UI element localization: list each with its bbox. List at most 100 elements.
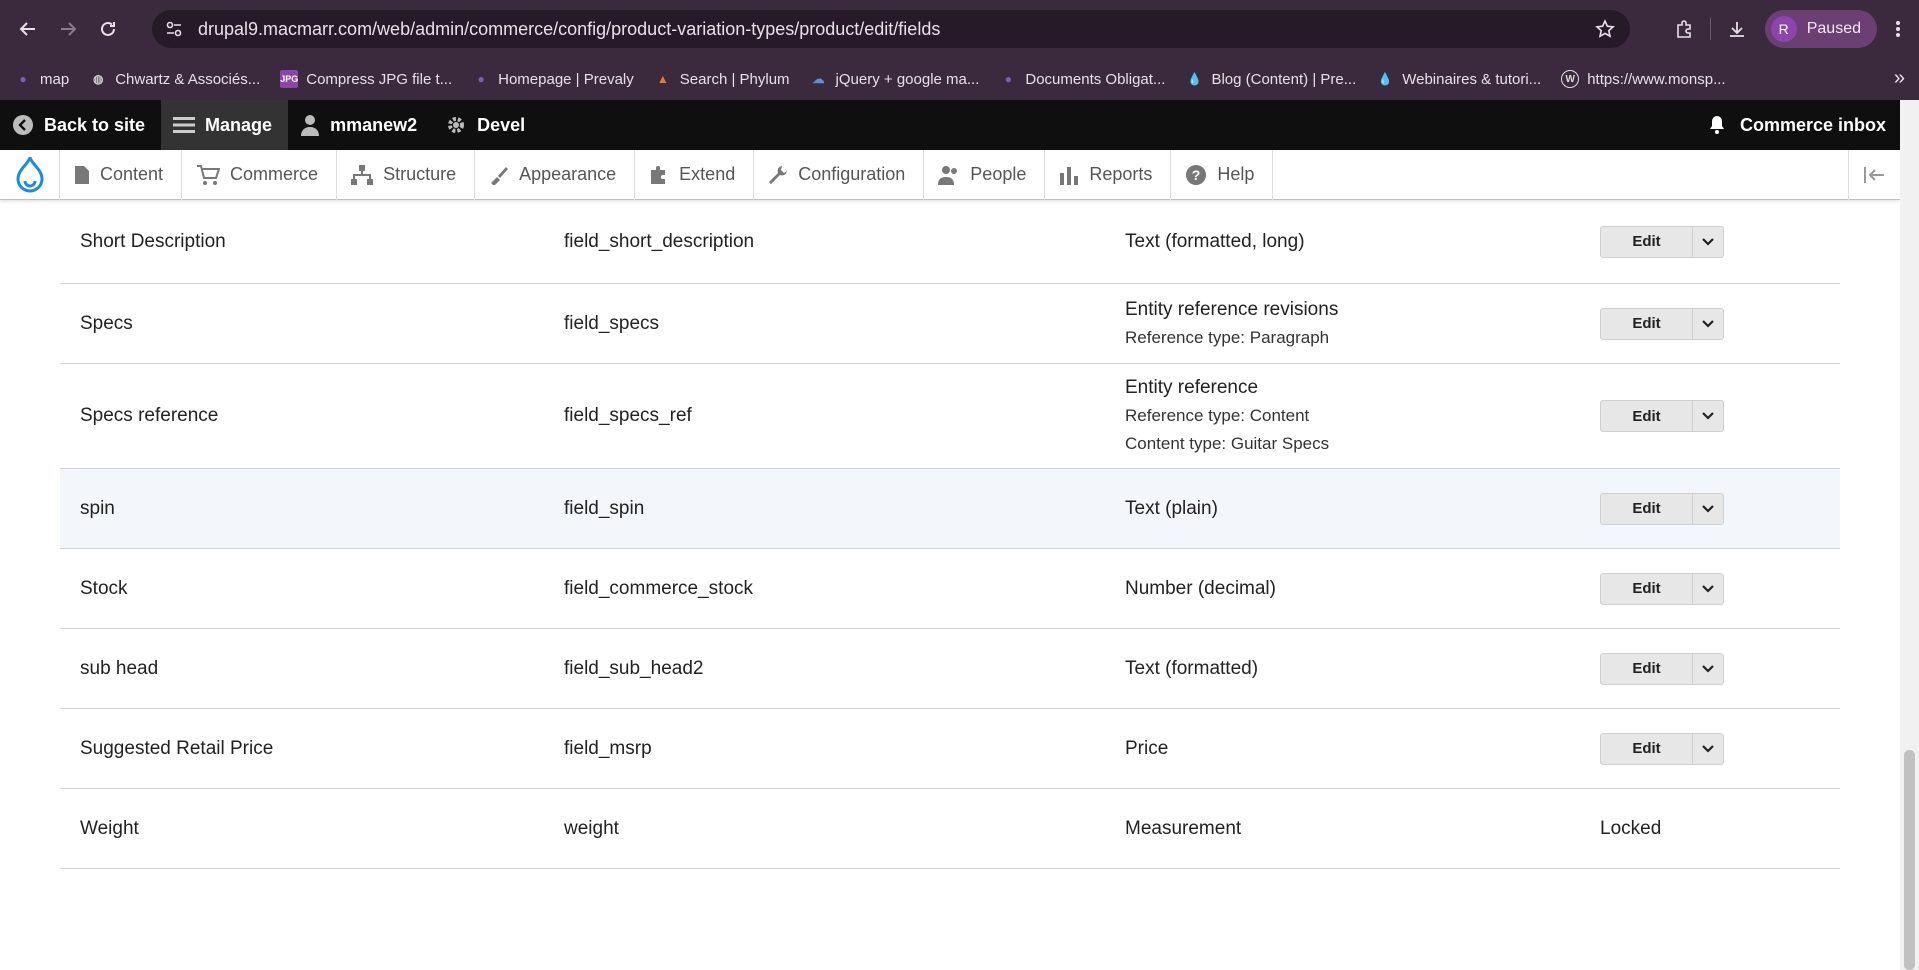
devel-label: Devel (477, 114, 526, 135)
drupal-icon: 💧 (1186, 72, 1202, 86)
collapse-tray-icon[interactable] (1848, 150, 1900, 200)
edit-button[interactable]: Edit (1601, 226, 1693, 257)
tray-item-content[interactable]: Content (60, 149, 183, 200)
tray-item-help[interactable]: ? Help (1171, 149, 1274, 200)
tray-item-extend[interactable]: Extend (635, 149, 755, 200)
tray-item-appearance[interactable]: Appearance (475, 149, 636, 200)
bookmark-star-icon[interactable] (1590, 14, 1620, 44)
chevron-down-icon[interactable] (1693, 574, 1723, 604)
commerce-inbox-link[interactable]: Commerce inbox (1708, 100, 1886, 150)
tray-item-label: People (970, 164, 1027, 184)
field-type: Price (1125, 735, 1168, 763)
back-arrow-icon[interactable] (8, 9, 48, 49)
operations-dropbutton: Edit (1600, 652, 1724, 685)
bookmark-label: Webinaires & tutori... (1402, 70, 1542, 88)
bookmark-item[interactable]: ● Documents Obligat... (999, 70, 1166, 88)
profile-button[interactable]: R Paused (1764, 10, 1877, 48)
field-type: Entity reference revisions Reference typ… (1125, 296, 1338, 352)
tray-item-structure[interactable]: Structure (337, 149, 476, 200)
field-type: Entity reference Reference type: Content… (1125, 374, 1329, 458)
chevron-down-icon[interactable] (1693, 734, 1723, 764)
edit-button[interactable]: Edit (1601, 573, 1693, 604)
globe-icon: ◍ (92, 72, 104, 86)
edit-button[interactable]: Edit (1601, 308, 1693, 339)
bar-chart-icon (1060, 166, 1079, 185)
bookmark-item[interactable]: ● map (14, 70, 69, 88)
field-label: Stock (80, 577, 128, 599)
tray-item-label: Commerce (230, 164, 319, 184)
cart-icon (197, 164, 221, 185)
drupal-logo-icon[interactable] (0, 149, 60, 200)
back-circle-icon (13, 115, 33, 135)
url-text[interactable]: drupal9.macmarr.com/web/admin/commerce/c… (198, 19, 940, 40)
chevron-down-icon[interactable] (1693, 309, 1723, 339)
bookmark-item[interactable]: ● Homepage | Prevaly (472, 70, 634, 88)
document-icon (75, 165, 89, 184)
browser-top-bar: drupal9.macmarr.com/web/admin/commerce/c… (0, 0, 1919, 58)
kebab-menu-icon[interactable] (1883, 7, 1913, 51)
bookmark-item[interactable]: W https://www.monsp... (1561, 70, 1726, 88)
edit-button[interactable]: Edit (1601, 733, 1693, 764)
field-type: Text (formatted, long) (1125, 228, 1305, 256)
bookmark-item[interactable]: ◍ Chwartz & Associés... (89, 70, 260, 88)
table-row: Stock field_commerce_stock Number (decim… (60, 549, 1840, 629)
people-icon (938, 165, 958, 185)
devel-tab[interactable]: Devel (433, 100, 541, 150)
bookmark-item[interactable]: ▲ Search | Phylum (654, 70, 790, 88)
edit-button[interactable]: Edit (1601, 401, 1693, 431)
tray-item-commerce[interactable]: Commerce (182, 149, 338, 200)
extensions-icon[interactable] (1662, 7, 1706, 51)
user-icon (301, 115, 320, 136)
back-to-site-link[interactable]: Back to site (0, 100, 161, 150)
toolbar-separator (1709, 18, 1711, 40)
edit-button[interactable]: Edit (1601, 653, 1693, 684)
chevron-down-icon[interactable] (1693, 494, 1723, 524)
address-bar[interactable]: drupal9.macmarr.com/web/admin/commerce/c… (152, 10, 1630, 48)
bookmark-label: Compress JPG file t... (306, 70, 453, 88)
field-type-label: Text (formatted) (1125, 657, 1259, 679)
table-row: sub head field_sub_head2 Text (formatted… (60, 629, 1840, 709)
field-type-detail: Reference type: Paragraph (1125, 327, 1330, 347)
commerce-inbox-label: Commerce inbox (1739, 114, 1886, 135)
machine-name: field_specs (564, 312, 660, 334)
bookmark-item[interactable]: ☁ jQuery + google ma... (810, 70, 980, 88)
edit-button[interactable]: Edit (1601, 493, 1693, 524)
forward-arrow-icon[interactable] (48, 9, 88, 49)
phylum-icon: ▲ (656, 72, 669, 86)
tray-item-people[interactable]: People (924, 149, 1046, 200)
wrench-icon (769, 165, 788, 184)
field-type-detail: Content type: Guitar Specs (1125, 434, 1330, 453)
chevron-down-icon[interactable] (1693, 401, 1723, 431)
tray-item-configuration[interactable]: Configuration (754, 149, 925, 200)
bookmark-item[interactable]: 💧 Webinaires & tutori... (1376, 70, 1541, 88)
field-type-label: Measurement (1125, 817, 1242, 839)
reload-icon[interactable] (88, 9, 128, 49)
download-icon[interactable] (1715, 7, 1759, 51)
user-tab[interactable]: mmanew2 (288, 100, 433, 150)
tray-item-label: Content (100, 164, 164, 184)
field-type-label: Text (plain) (1125, 497, 1218, 519)
tray-item-label: Help (1217, 164, 1255, 184)
more-bookmarks-icon[interactable]: » (1894, 67, 1905, 90)
bookmark-label: Search | Phylum (679, 70, 790, 88)
drupal-icon: 💧 (1377, 72, 1393, 86)
gear-icon (448, 117, 465, 133)
tray-item-reports[interactable]: Reports (1045, 149, 1172, 200)
chevron-down-icon[interactable] (1693, 654, 1723, 684)
locked-status: Locked (1600, 817, 1662, 839)
manage-tab[interactable]: Manage (161, 100, 289, 150)
scrollbar-thumb[interactable] (1904, 750, 1915, 970)
site-settings-icon[interactable] (156, 11, 192, 47)
field-label: Suggested Retail Price (80, 737, 274, 759)
tray-item-label: Configuration (798, 164, 906, 184)
user-label: mmanew2 (330, 114, 418, 135)
bookmark-item[interactable]: 💧 Blog (Content) | Pre... (1185, 70, 1356, 88)
chevron-down-icon[interactable] (1693, 227, 1723, 257)
operations-dropbutton: Edit (1600, 492, 1724, 525)
operations-dropbutton: Edit (1600, 307, 1724, 340)
field-label: Short Description (80, 230, 226, 252)
bookmark-label: Documents Obligat... (1025, 70, 1166, 88)
field-label: spin (80, 497, 115, 519)
bookmark-item[interactable]: JPG Compress JPG file t... (280, 70, 452, 88)
page-scrollbar[interactable] (1900, 100, 1919, 970)
